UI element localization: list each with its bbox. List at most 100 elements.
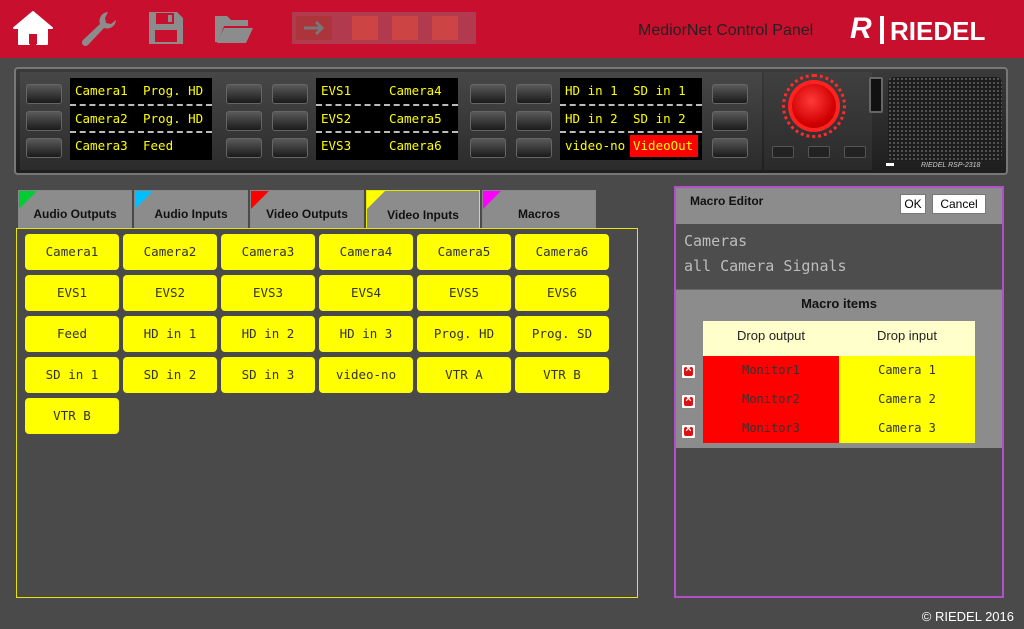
display-cell: SD in 1 [633, 83, 686, 98]
signal-button[interactable]: Feed [25, 316, 119, 352]
signal-button[interactable]: VTR B [25, 398, 119, 434]
display-cell-selected: VideoOut [630, 135, 698, 157]
device-small-button[interactable] [844, 146, 866, 158]
signal-button[interactable]: Prog. HD [417, 316, 511, 352]
transfer-strip-icon[interactable] [292, 12, 476, 44]
wrench-icon[interactable] [78, 8, 120, 48]
logo-divider [880, 16, 884, 44]
tab-label: Audio Outputs [33, 207, 117, 221]
tab-audio-inputs[interactable]: Audio Inputs [134, 190, 248, 228]
device-key[interactable] [516, 111, 552, 131]
display-separator [560, 104, 702, 106]
signal-button[interactable]: SD in 3 [221, 357, 315, 393]
macro-description: all Camera Signals [684, 257, 847, 275]
signal-button[interactable]: EVS2 [123, 275, 217, 311]
device-key[interactable] [226, 138, 262, 158]
device-display-2: EVS1 Camera4 EVS2 Camera5 EVS3 Camera6 [316, 78, 458, 160]
device-key[interactable] [470, 111, 506, 131]
device-key[interactable] [516, 138, 552, 158]
display-cell: Camera3 [75, 138, 128, 153]
rsp-device-panel: Camera1 Prog. HD Camera2 Prog. HD Camera… [14, 67, 1008, 175]
signal-button[interactable]: Prog. SD [515, 316, 609, 352]
signal-button[interactable]: VTR A [417, 357, 511, 393]
device-key[interactable] [272, 84, 308, 104]
display-cell: Prog. HD [143, 83, 204, 98]
display-separator [316, 131, 458, 133]
display-cell: Camera4 [389, 83, 442, 98]
delete-item-icon[interactable]: × [681, 393, 696, 409]
device-display-1: Camera1 Prog. HD Camera2 Prog. HD Camera… [70, 78, 212, 160]
tab-video-inputs[interactable]: Video Inputs [366, 190, 480, 228]
device-small-button[interactable] [772, 146, 794, 158]
tab-video-outputs[interactable]: Video Outputs [250, 190, 364, 228]
drop-output-header[interactable]: Drop output [703, 321, 839, 356]
device-key[interactable] [712, 138, 748, 158]
macro-item-output: Monitor2 [703, 385, 839, 414]
folder-icon[interactable] [212, 8, 254, 48]
display-cell: EVS2 [321, 111, 352, 126]
device-display-3: HD in 1 SD in 1 HD in 2 SD in 2 video-no… [560, 78, 702, 160]
device-key[interactable] [470, 84, 506, 104]
tab-macros[interactable]: Macros [482, 190, 596, 228]
signal-button[interactable]: Camera4 [319, 234, 413, 270]
signal-button[interactable]: HD in 2 [221, 316, 315, 352]
device-key[interactable] [516, 84, 552, 104]
signal-button[interactable]: Camera1 [25, 234, 119, 270]
signal-button[interactable]: EVS4 [319, 275, 413, 311]
home-icon[interactable] [12, 8, 54, 48]
delete-item-icon[interactable]: × [681, 423, 696, 439]
display-cell: Camera1 [75, 83, 128, 98]
signal-button[interactable]: SD in 2 [123, 357, 217, 393]
signal-button[interactable]: Camera5 [417, 234, 511, 270]
device-key[interactable] [226, 84, 262, 104]
display-cell: EVS1 [321, 83, 352, 98]
ok-button[interactable]: OK [900, 194, 926, 214]
device-key[interactable] [470, 138, 506, 158]
macro-items-box: Macro items Drop output Drop input × Mon… [676, 290, 1002, 448]
device-key[interactable] [226, 111, 262, 131]
device-key[interactable] [272, 111, 308, 131]
signal-button[interactable]: EVS3 [221, 275, 315, 311]
display-cell: HD in 1 [565, 83, 618, 98]
signal-button[interactable]: EVS6 [515, 275, 609, 311]
copyright: © RIEDEL 2016 [921, 609, 1014, 624]
macro-item-output: Monitor3 [703, 414, 839, 443]
display-cell: Camera2 [75, 111, 128, 126]
app-title: MediorNet Control Panel [638, 22, 814, 39]
save-icon[interactable] [145, 8, 187, 48]
display-cell: video-no [565, 138, 626, 153]
device-key[interactable] [26, 84, 62, 104]
drop-input-header[interactable]: Drop input [839, 321, 975, 356]
speaker-grill [888, 77, 1002, 161]
device-key[interactable] [26, 111, 62, 131]
riedel-logo: R RIEDEL [850, 12, 1000, 46]
display-cell: HD in 2 [565, 111, 618, 126]
signal-button[interactable]: Camera3 [221, 234, 315, 270]
tab-audio-outputs[interactable]: Audio Outputs [18, 190, 132, 228]
macro-text-area[interactable]: Cameras all Camera Signals [676, 224, 1002, 290]
signal-button[interactable]: HD in 1 [123, 316, 217, 352]
macro-editor: Macro Editor OK Cancel Cameras all Camer… [674, 186, 1004, 598]
device-small-button[interactable] [808, 146, 830, 158]
signal-button[interactable]: SD in 1 [25, 357, 119, 393]
macro-items-title: Macro items [801, 296, 877, 311]
signal-button[interactable]: VTR B [515, 357, 609, 393]
signal-button[interactable]: video-no [319, 357, 413, 393]
signal-button[interactable]: Camera6 [515, 234, 609, 270]
rotary-knob[interactable] [788, 80, 840, 132]
signal-button[interactable]: HD in 3 [319, 316, 413, 352]
display-separator [70, 104, 212, 106]
display-cell: Prog. HD [143, 111, 204, 126]
device-key[interactable] [26, 138, 62, 158]
display-cell: Camera5 [389, 111, 442, 126]
macro-item-input: Camera 3 [839, 414, 975, 443]
cancel-button[interactable]: Cancel [932, 194, 986, 214]
signal-button[interactable]: EVS1 [25, 275, 119, 311]
delete-item-icon[interactable]: × [681, 363, 696, 379]
device-key[interactable] [272, 138, 308, 158]
logo-text: RIEDEL [890, 16, 986, 46]
signal-button[interactable]: Camera2 [123, 234, 217, 270]
device-key[interactable] [712, 111, 748, 131]
signal-button[interactable]: EVS5 [417, 275, 511, 311]
device-key[interactable] [712, 84, 748, 104]
